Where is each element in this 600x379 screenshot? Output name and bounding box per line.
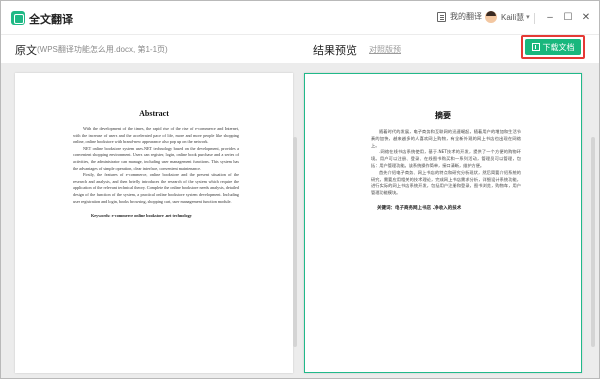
original-keywords: Keywords: e-commerce online bookstore .n…: [91, 213, 192, 219]
compare-version-link[interactable]: 对照版预: [369, 44, 401, 55]
original-page: Abstract With the development of the tim…: [15, 73, 293, 373]
translated-paragraph: .网络在线书店系统使用，基于.NET技术的开发，提供了一个方便的购物环境。用户可…: [371, 149, 521, 168]
title-separator: [534, 13, 535, 24]
download-label: 下载文档: [542, 42, 575, 52]
minimize-button[interactable]: –: [545, 13, 555, 23]
download-highlight: 下载文档: [521, 35, 585, 59]
document-preview-area: Abstract With the development of the tim…: [1, 63, 599, 378]
original-body: With the development of the times, the r…: [15, 126, 293, 218]
app-logo-icon: [11, 11, 25, 25]
user-name: Kaili慧: [501, 12, 525, 22]
download-icon: [531, 43, 540, 51]
chevron-down-icon: ▾: [526, 14, 530, 21]
source-file-name: (WPS翻译功能怎么用.docx, 第1-1页): [37, 45, 168, 54]
translated-page: 摘要 随着时代的发展，电子商务和互联网的迅速崛起，随着用户的增加和生活节奏的加快…: [304, 73, 582, 373]
my-translations-button[interactable]: 我的翻译: [437, 11, 482, 22]
translated-paragraph: 首先介绍电子商务、网上书店的特点和研究分析现状，然后简要介绍系统的研究，需要应用…: [371, 169, 521, 196]
result-preview-title: 结果预览: [313, 45, 357, 57]
original-paragraph: Firstly, the features of e-commerce, onl…: [73, 172, 239, 204]
translated-title: 摘要: [435, 111, 451, 120]
panel-header: 原文 (WPS翻译功能怎么用.docx, 第1-1页) 结果预览 对照版预: [1, 36, 599, 62]
original-paragraph: NET online bookstore system uses.NET tec…: [73, 145, 239, 171]
maximize-button[interactable]: ☐: [563, 13, 573, 23]
translation-window: 全文翻译 我的翻译 Kaili慧 ▾ – ☐ ✕ 原文 (WPS翻译功能怎么用.…: [0, 0, 600, 379]
download-document-button[interactable]: 下载文档: [525, 39, 581, 55]
user-menu[interactable]: Kaili慧 ▾: [485, 11, 530, 23]
original-title: Abstract: [139, 109, 169, 118]
app-title: 全文翻译: [29, 14, 73, 26]
translated-body: 随着时代的发展，电子商务和互联网的迅速崛起，随着用户的增加和生活节奏的加快，越来…: [305, 129, 581, 211]
original-paragraph: With the development of the times, the r…: [73, 126, 239, 145]
source-title: 原文: [15, 45, 37, 57]
translated-keywords: 关键词：电子商务网上书店 .净收入的技术: [377, 205, 462, 211]
avatar: [485, 11, 497, 23]
my-translations-label: 我的翻译: [450, 12, 482, 21]
translated-paragraph: 随着时代的发展，电子商务和互联网的迅速崛起，随着用户的增加和生活节奏的加快，越来…: [371, 129, 521, 148]
close-button[interactable]: ✕: [581, 13, 591, 23]
translated-scrollbar[interactable]: [591, 137, 595, 347]
history-icon: [437, 11, 446, 22]
original-scrollbar[interactable]: [293, 137, 297, 347]
title-bar: 全文翻译 我的翻译 Kaili慧 ▾ – ☐ ✕: [1, 1, 599, 35]
